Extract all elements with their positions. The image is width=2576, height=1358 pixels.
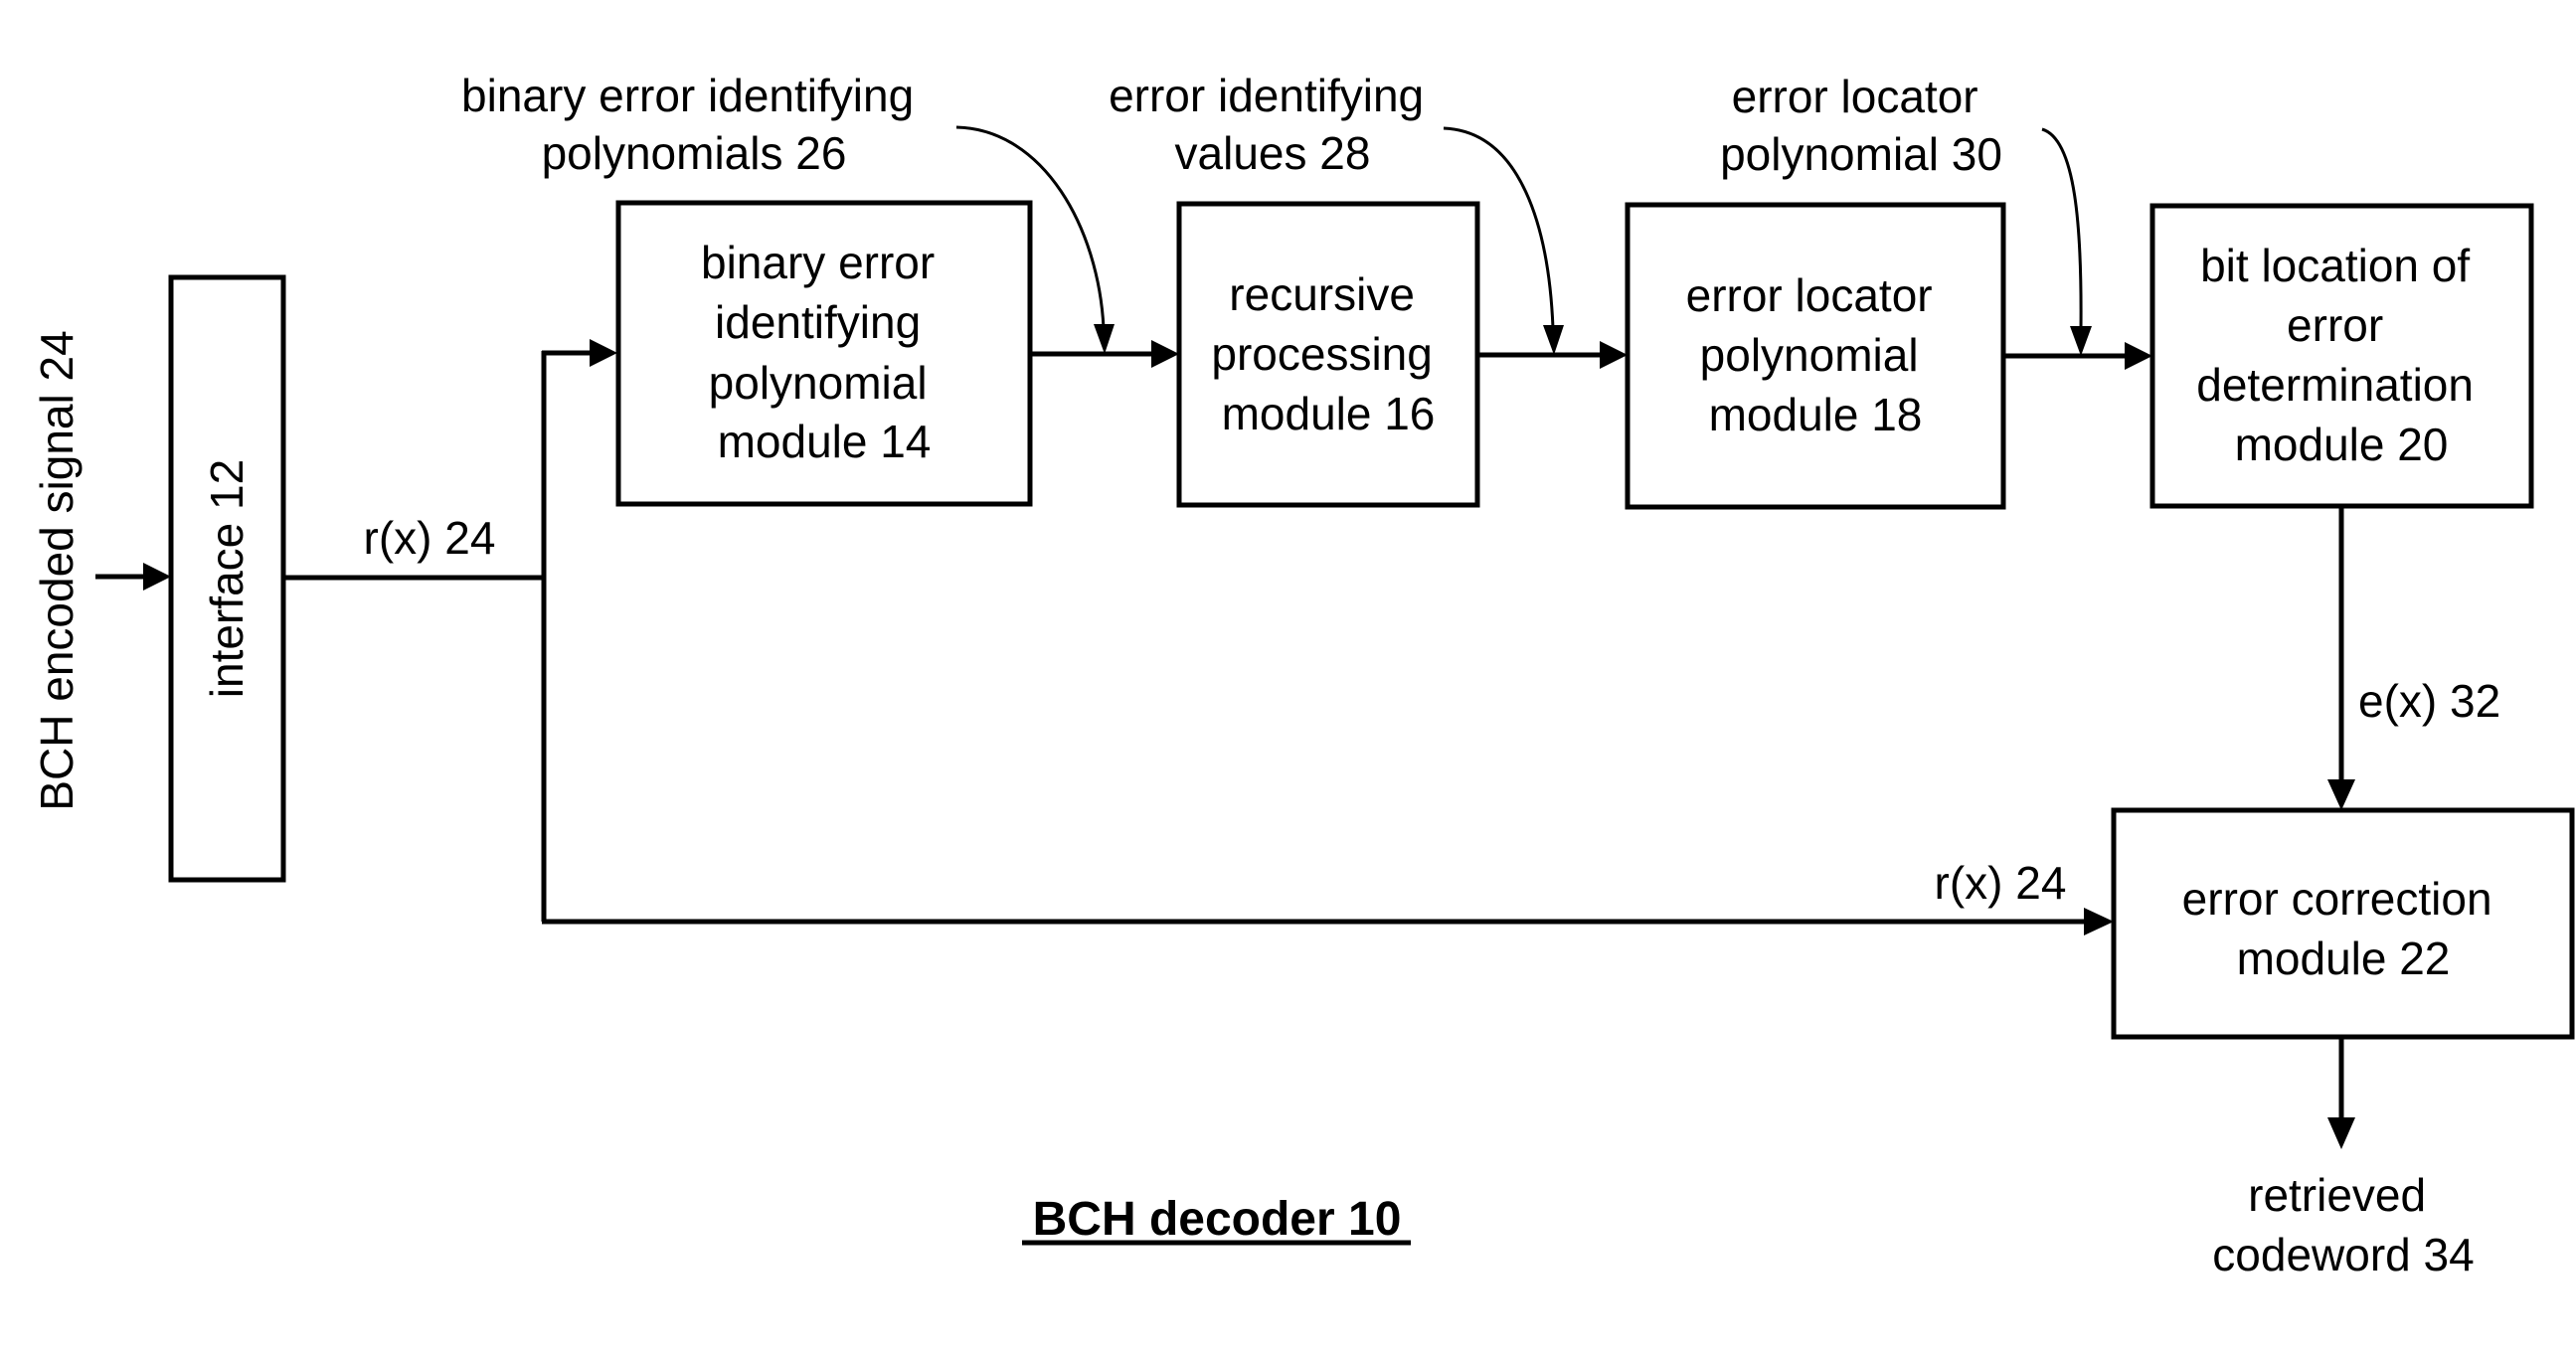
rx-upper-label: r(x) 24 xyxy=(364,512,496,564)
module18-input-arrowhead-icon xyxy=(1600,341,1628,369)
polynomials-26-arrowhead-icon xyxy=(1094,324,1115,354)
rx-lower-label: r(x) 24 xyxy=(1935,857,2067,909)
module22-ex-arrowhead-icon xyxy=(2327,779,2355,810)
locator-30-arrowhead-icon xyxy=(2070,326,2092,356)
locator-30-pointer xyxy=(2041,127,2083,330)
input-signal-label: BCH encoded signal 24 xyxy=(31,330,83,810)
module18-label: error locator polynomial module 18 xyxy=(1686,269,1946,440)
input-arrowhead-icon xyxy=(143,563,171,591)
output-label: retrieved codeword 34 xyxy=(2212,1169,2474,1280)
polynomials-26-label: binary error identifying polynomials 26 xyxy=(461,70,927,179)
module14-input-arrowhead-icon xyxy=(590,339,617,367)
values-28-arrowhead-icon xyxy=(1543,325,1564,355)
output-arrowhead-icon xyxy=(2327,1117,2355,1149)
module22-input-arrowhead-icon xyxy=(2084,908,2114,935)
ex-label: e(x) 32 xyxy=(2358,675,2500,727)
locator-30-label: error locator polynomial 30 xyxy=(1720,71,2002,180)
module16-label: recursive processing module 16 xyxy=(1211,268,1445,439)
module20-input-arrowhead-icon xyxy=(2125,342,2152,370)
module16-input-arrowhead-icon xyxy=(1151,340,1179,368)
values-28-label: error identifying values 28 xyxy=(1109,70,1437,179)
figure-title: BCH decoder 10 xyxy=(1033,1193,1402,1246)
interface-label: interface 12 xyxy=(201,459,253,698)
bch-decoder-diagram: BCH encoded signal 24 interface 12 r(x) … xyxy=(31,70,2575,1280)
